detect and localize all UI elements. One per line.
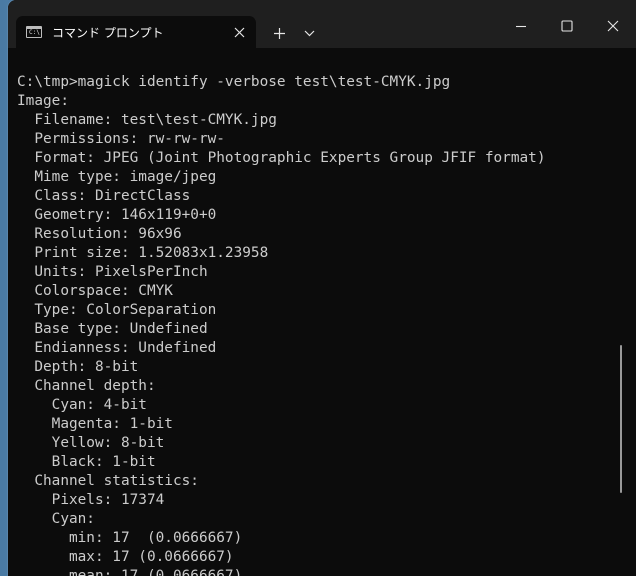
console-line: Geometry: 146x119+0+0 (17, 207, 217, 223)
console-line: Resolution: 96x96 (17, 226, 182, 242)
console-line: Yellow: 8-bit (17, 435, 165, 451)
console-line: Endianness: Undefined (17, 340, 217, 356)
console-line: min: 17 (0.0666667) (17, 530, 243, 546)
console-line: Pixels: 17374 (17, 492, 165, 508)
console-line: Magenta: 1-bit (17, 416, 173, 432)
scrollbar[interactable] (620, 345, 622, 493)
close-tab-button[interactable] (226, 19, 252, 45)
maximize-icon (561, 20, 573, 32)
close-icon (607, 20, 619, 32)
tab-title: コマンド プロンプト (52, 25, 164, 40)
console-line: Format: JPEG (Joint Photographic Experts… (17, 150, 546, 166)
console-line: Depth: 8-bit (17, 359, 139, 375)
close-window-button[interactable] (590, 0, 636, 48)
console-line: Cyan: 4-bit (17, 397, 147, 413)
plus-icon (273, 27, 285, 39)
close-icon (234, 27, 244, 37)
console-line: Units: PixelsPerInch (17, 264, 208, 280)
maximize-button[interactable] (544, 0, 590, 48)
console-line: max: 17 (0.0666667) (17, 549, 234, 565)
console-line: Base type: Undefined (17, 321, 208, 337)
console-line: Permissions: rw-rw-rw- (17, 131, 225, 147)
console-line: Image: (17, 93, 69, 109)
title-bar[interactable]: C:\ コマンド プロンプト (8, 0, 636, 48)
console-line: Cyan: (17, 511, 95, 527)
terminal-icon: C:\ (26, 26, 42, 38)
console-line: Print size: 1.52083x1.23958 (17, 245, 269, 261)
console-line: Channel depth: (17, 378, 156, 394)
console-line: Class: DirectClass (17, 188, 191, 204)
new-tab-button[interactable] (266, 20, 292, 46)
console-line: mean: 17 (0.0666667) (17, 568, 243, 576)
console-line: Colorspace: CMYK (17, 283, 173, 299)
console-output[interactable]: C:\tmp>magick identify -verbose test\tes… (17, 73, 546, 576)
tab-dropdown-button[interactable] (296, 20, 322, 46)
minimize-icon (516, 25, 526, 28)
console-area[interactable]: C:\tmp>magick identify -verbose test\tes… (8, 48, 636, 576)
terminal-icon-text: C:\ (29, 29, 40, 36)
terminal-window: C:\ コマンド プロンプト C:\tmp>magick identify -v… (8, 0, 636, 576)
minimize-button[interactable] (498, 0, 544, 48)
console-line: Mime type: image/jpeg (17, 169, 217, 185)
console-line: C:\tmp>magick identify -verbose test\tes… (17, 74, 451, 90)
console-line: Type: ColorSeparation (17, 302, 217, 318)
console-line: Black: 1-bit (17, 454, 156, 470)
tab-command-prompt[interactable]: C:\ コマンド プロンプト (16, 16, 256, 48)
console-line: Channel statistics: (17, 473, 199, 489)
console-line: Filename: test\test-CMYK.jpg (17, 112, 277, 128)
chevron-down-icon (304, 30, 314, 37)
window-controls (498, 0, 636, 48)
